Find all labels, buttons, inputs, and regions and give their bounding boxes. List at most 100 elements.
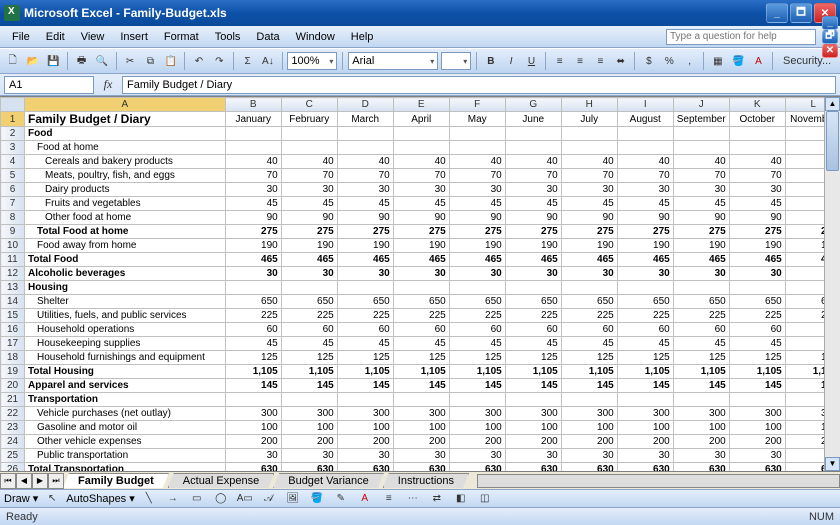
cell-C9[interactable]: 275 [281,225,337,239]
cell-K2[interactable] [729,127,785,141]
menu-data[interactable]: Data [248,28,287,46]
row-header-2[interactable]: 2 [1,127,25,141]
cell-F21[interactable] [449,393,505,407]
cell-B14[interactable]: 650 [225,295,281,309]
line-icon[interactable]: ╲ [139,489,159,509]
cell-D26[interactable]: 630 [337,463,393,472]
cell-A12[interactable]: Alcoholic beverages [25,267,226,281]
cell-B19[interactable]: 1,105 [225,365,281,379]
autoshapes-menu[interactable]: AutoShapes ▾ [66,492,135,505]
cell-D4[interactable]: 40 [337,155,393,169]
print-icon[interactable]: 🖶 [73,51,90,71]
cell-E3[interactable] [393,141,449,155]
cell-K19[interactable]: 1,105 [729,365,785,379]
align-right-icon[interactable]: ≡ [592,51,609,71]
cell-H13[interactable] [561,281,617,295]
cell-A3[interactable]: Food at home [25,141,226,155]
cell-E12[interactable]: 30 [393,267,449,281]
cell-G8[interactable]: 90 [505,211,561,225]
cell-G24[interactable]: 200 [505,435,561,449]
cell-C5[interactable]: 70 [281,169,337,183]
comma-icon[interactable]: , [681,51,698,71]
security-button[interactable]: Security... [778,51,836,71]
menu-help[interactable]: Help [343,28,382,46]
cell-C18[interactable]: 125 [281,351,337,365]
row-header-25[interactable]: 25 [1,449,25,463]
cell-C2[interactable] [281,127,337,141]
arrow-icon[interactable]: → [163,489,183,509]
select-objects-icon[interactable]: ↖ [42,489,62,509]
cell-H7[interactable]: 45 [561,197,617,211]
cell-H1[interactable]: July [561,112,617,127]
cell-H19[interactable]: 1,105 [561,365,617,379]
cell-F25[interactable]: 30 [449,449,505,463]
cell-H8[interactable]: 90 [561,211,617,225]
italic-button[interactable]: I [502,51,519,71]
cell-A6[interactable]: Dairy products [25,183,226,197]
row-header-1[interactable]: 1 [1,112,25,127]
cell-F5[interactable]: 70 [449,169,505,183]
row-header-10[interactable]: 10 [1,239,25,253]
scroll-down-icon[interactable]: ▼ [825,457,840,471]
cell-I14[interactable]: 650 [617,295,673,309]
cell-J6[interactable]: 30 [673,183,729,197]
percent-icon[interactable]: % [661,51,678,71]
row-header-11[interactable]: 11 [1,253,25,267]
font-select[interactable]: Arial [348,52,438,70]
cell-E6[interactable]: 30 [393,183,449,197]
fill-color-icon[interactable]: 🪣 [730,51,747,71]
cell-E16[interactable]: 60 [393,323,449,337]
3d-icon[interactable]: ◫ [475,489,495,509]
formula-input[interactable]: Family Budget / Diary [122,76,836,94]
cell-E17[interactable]: 45 [393,337,449,351]
cell-B1[interactable]: January [225,112,281,127]
cell-C16[interactable]: 60 [281,323,337,337]
cell-B17[interactable]: 45 [225,337,281,351]
cell-H24[interactable]: 200 [561,435,617,449]
cell-D25[interactable]: 30 [337,449,393,463]
cell-F1[interactable]: May [449,112,505,127]
row-header-8[interactable]: 8 [1,211,25,225]
cell-J26[interactable]: 630 [673,463,729,472]
menu-insert[interactable]: Insert [112,28,156,46]
cell-J1[interactable]: September [673,112,729,127]
cell-G1[interactable]: June [505,112,561,127]
col-header-E[interactable]: E [393,98,449,112]
cell-B12[interactable]: 30 [225,267,281,281]
cell-H25[interactable]: 30 [561,449,617,463]
cell-I15[interactable]: 225 [617,309,673,323]
cell-C23[interactable]: 100 [281,421,337,435]
cell-D8[interactable]: 90 [337,211,393,225]
cell-B3[interactable] [225,141,281,155]
cell-G26[interactable]: 630 [505,463,561,472]
cell-K15[interactable]: 225 [729,309,785,323]
tab-nav-first[interactable]: ⏮ [0,473,16,489]
cell-C11[interactable]: 465 [281,253,337,267]
cell-G11[interactable]: 465 [505,253,561,267]
save-icon[interactable]: 💾 [45,51,62,71]
cell-H10[interactable]: 190 [561,239,617,253]
col-header-J[interactable]: J [673,98,729,112]
row-header-17[interactable]: 17 [1,337,25,351]
cell-I18[interactable]: 125 [617,351,673,365]
cell-G12[interactable]: 30 [505,267,561,281]
cell-G10[interactable]: 190 [505,239,561,253]
cell-F4[interactable]: 40 [449,155,505,169]
line-style-icon[interactable]: ≡ [379,489,399,509]
cell-I2[interactable] [617,127,673,141]
cell-F7[interactable]: 45 [449,197,505,211]
cell-B15[interactable]: 225 [225,309,281,323]
cell-I8[interactable]: 90 [617,211,673,225]
align-left-icon[interactable]: ≡ [551,51,568,71]
row-header-22[interactable]: 22 [1,407,25,421]
cell-I21[interactable] [617,393,673,407]
tab-nav-next[interactable]: ▶ [32,473,48,489]
cell-A21[interactable]: Transportation [25,393,226,407]
cell-H6[interactable]: 30 [561,183,617,197]
cell-K11[interactable]: 465 [729,253,785,267]
cell-E25[interactable]: 30 [393,449,449,463]
cell-B9[interactable]: 275 [225,225,281,239]
cell-A14[interactable]: Shelter [25,295,226,309]
cell-D12[interactable]: 30 [337,267,393,281]
preview-icon[interactable]: 🔍 [93,51,110,71]
